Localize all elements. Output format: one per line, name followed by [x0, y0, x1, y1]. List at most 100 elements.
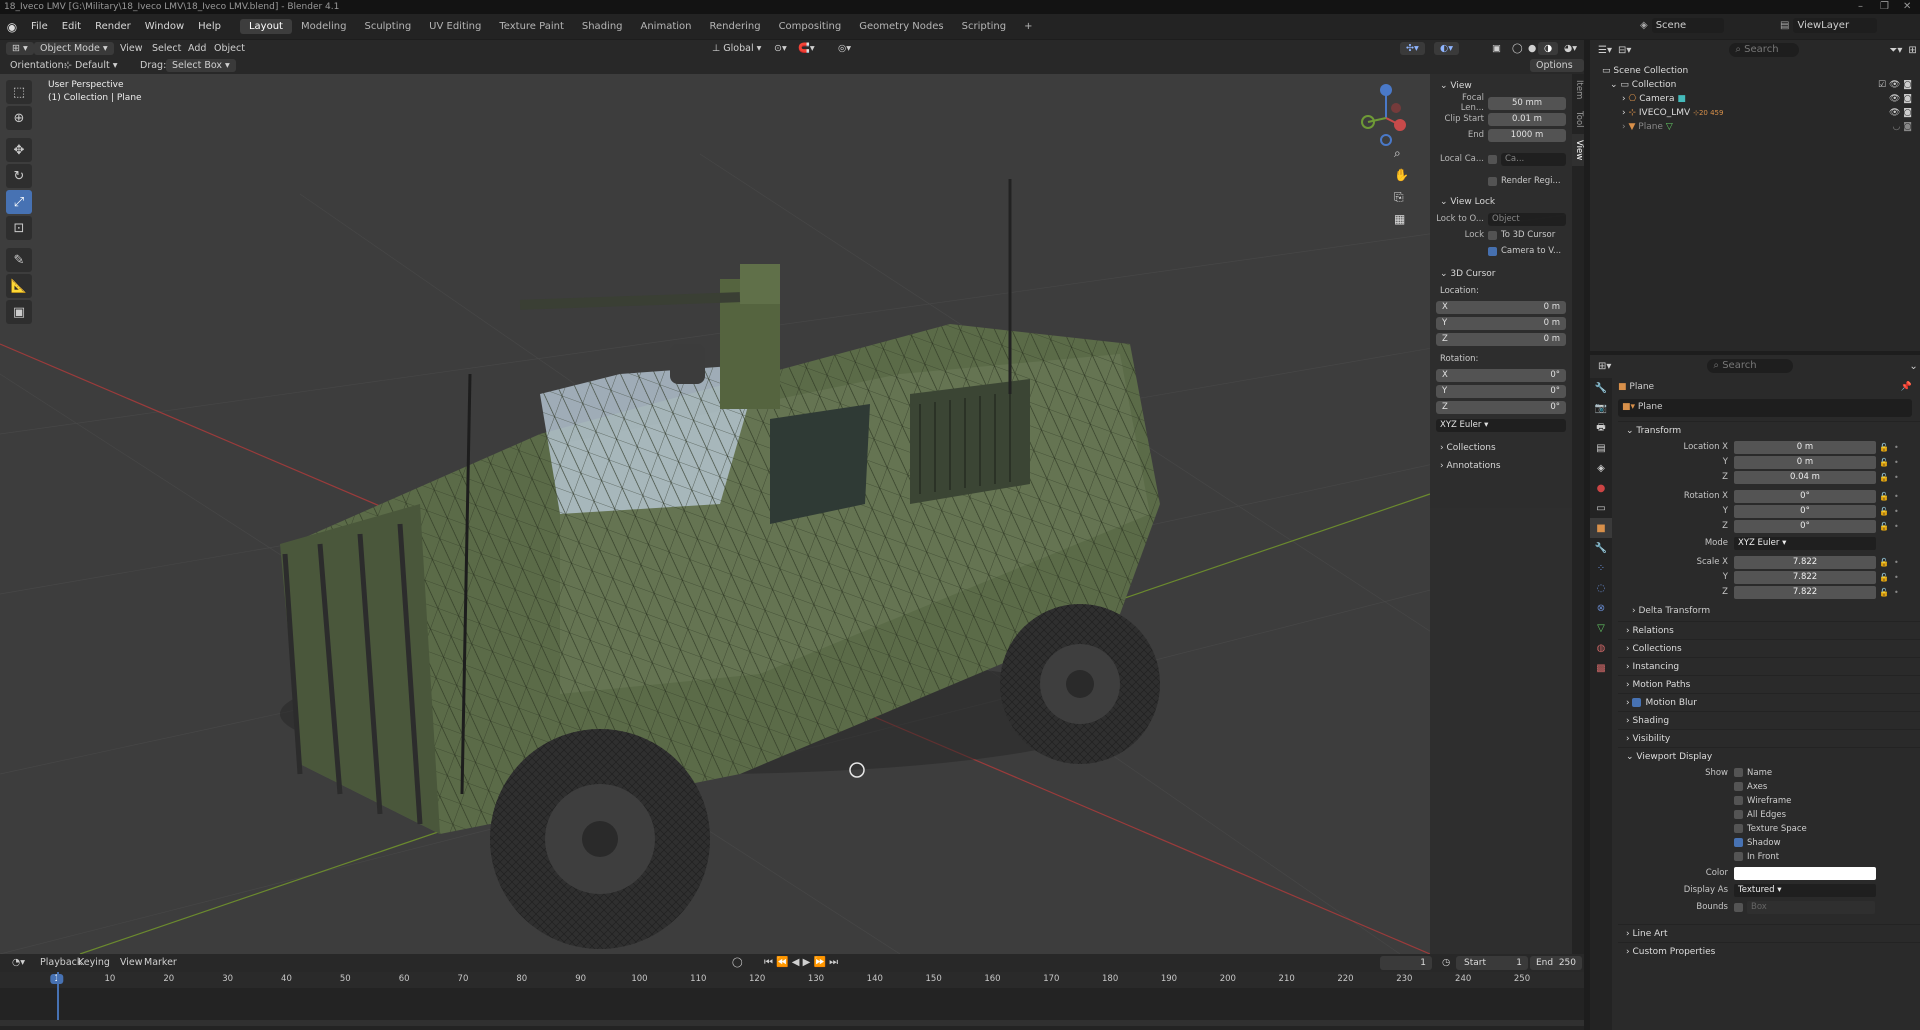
filter-icon[interactable]: ⏷▾: [1889, 45, 1902, 56]
add-workspace-button[interactable]: +: [1015, 19, 1041, 34]
lock-icon[interactable]: 🔓: [1879, 507, 1891, 516]
rendered-shading-icon[interactable]: ◕▾: [1558, 42, 1583, 55]
modifier-tab-icon[interactable]: 🔧: [1590, 538, 1612, 558]
start-frame-field[interactable]: Start 1: [1456, 956, 1528, 970]
timeline-ruler[interactable]: 1102030405060708090100110120130140150160…: [0, 972, 1584, 988]
close-icon[interactable]: ✕: [1903, 0, 1911, 14]
workspace-tab-shading[interactable]: Shading: [573, 19, 632, 34]
line-art-section-header[interactable]: › Line Art: [1618, 924, 1920, 942]
rotation-field[interactable]: 0°: [1734, 489, 1876, 503]
scale-field[interactable]: 7.822: [1734, 570, 1876, 584]
transform-section-header[interactable]: ⌄ Transform: [1618, 421, 1920, 439]
location-field[interactable]: 0 m: [1734, 455, 1876, 469]
rotation-field[interactable]: 0°: [1734, 504, 1876, 518]
show-axes-checkbox[interactable]: [1734, 782, 1743, 791]
annotations-section-header[interactable]: › Annotations: [1430, 458, 1572, 474]
zoom-icon[interactable]: ⌕: [1394, 146, 1412, 168]
display-mode-icon[interactable]: ⊟▾: [1618, 45, 1631, 56]
workspace-tab-rendering[interactable]: Rendering: [700, 19, 769, 34]
move-tool-icon[interactable]: ✥: [6, 138, 32, 162]
tab-tool[interactable]: Tool: [1572, 105, 1584, 134]
show-in-front-checkbox[interactable]: [1734, 852, 1743, 861]
constraints-tab-icon[interactable]: ⊗: [1590, 598, 1612, 618]
pin-icon[interactable]: 📌: [1901, 377, 1912, 397]
lock-icon[interactable]: 🔓: [1879, 588, 1891, 597]
section-collections[interactable]: › Collections: [1618, 639, 1920, 657]
select-box-tool-icon[interactable]: ⬚: [6, 80, 32, 104]
lock-icon[interactable]: 🔓: [1879, 443, 1891, 452]
end-frame-field[interactable]: End 250: [1530, 956, 1582, 970]
snap-icon[interactable]: 🧲▾: [792, 42, 821, 55]
menu-edit[interactable]: Edit: [55, 21, 88, 32]
lock-icon[interactable]: 🔓: [1879, 558, 1891, 567]
timeline-scrollbar[interactable]: [0, 1020, 1584, 1026]
timeline-editor-icon[interactable]: ◔▾: [6, 956, 31, 969]
lock-icon[interactable]: 🔓: [1879, 492, 1891, 501]
keyframe-dot-icon[interactable]: •: [1894, 588, 1906, 597]
delta-transform-header[interactable]: › Delta Transform: [1618, 605, 1920, 617]
gizmo-toggle-icon[interactable]: ✣▾: [1400, 42, 1425, 55]
measure-tool-icon[interactable]: 📐: [6, 274, 32, 298]
outliner-row-camera[interactable]: › ⎔ Camera ■ 👁 ◙: [1590, 92, 1920, 106]
blender-logo-icon[interactable]: ◉: [0, 20, 24, 34]
navigation-gizmo[interactable]: [1356, 80, 1416, 150]
local-camera-field[interactable]: Ca...: [1501, 152, 1566, 166]
section-motion-blur[interactable]: › Motion Blur: [1618, 693, 1920, 711]
cursor-location-x-field[interactable]: X 0 m: [1436, 300, 1566, 314]
object-name-field[interactable]: ■▾ Plane: [1618, 399, 1912, 417]
pivot-icon[interactable]: ⊙▾: [768, 42, 793, 55]
rotate-tool-icon[interactable]: ↻: [6, 164, 32, 188]
cursor-location-y-field[interactable]: Y 0 m: [1436, 316, 1566, 330]
bounds-dropdown[interactable]: Box: [1747, 900, 1875, 914]
add-cube-tool-icon[interactable]: ▣: [6, 300, 32, 324]
keyframe-dot-icon[interactable]: •: [1894, 522, 1906, 531]
options-dropdown[interactable]: Options ▾: [1530, 59, 1584, 84]
collection-tab-icon[interactable]: ▭: [1590, 498, 1612, 518]
cursor-location-z-field[interactable]: Z 0 m: [1436, 332, 1566, 346]
timeline-menu-marker[interactable]: Marker: [138, 956, 183, 969]
perspective-toggle-icon[interactable]: ▦: [1394, 212, 1412, 234]
scene-selector[interactable]: ◈ Scene: [1640, 18, 1724, 33]
section-visibility[interactable]: › Visibility: [1618, 729, 1920, 747]
keyframe-dot-icon[interactable]: •: [1894, 507, 1906, 516]
motion-blur-checkbox[interactable]: [1632, 698, 1642, 707]
tool-tab-icon[interactable]: 🔧: [1590, 378, 1612, 398]
lock-icon[interactable]: 🔓: [1879, 573, 1891, 582]
outliner-row-scene-collection[interactable]: ▭ Scene Collection: [1590, 64, 1920, 78]
workspace-tab-modeling[interactable]: Modeling: [292, 19, 356, 34]
workspace-tab-scripting[interactable]: Scripting: [953, 19, 1015, 34]
cursor-rotation-x-field[interactable]: X 0°: [1436, 368, 1566, 382]
plane-visibility-icons[interactable]: ◡ ◙: [1893, 120, 1912, 134]
view-menu[interactable]: View: [114, 42, 149, 55]
current-frame-field[interactable]: 1: [1380, 956, 1432, 970]
mode-dropdown[interactable]: Object Mode ▾: [34, 42, 114, 55]
clip-end-field[interactable]: 1000 m: [1488, 128, 1566, 142]
viewlayer-selector[interactable]: ▤ ViewLayer: [1780, 18, 1878, 33]
autokey-icon[interactable]: ◯: [726, 956, 749, 969]
3d-cursor-section-header[interactable]: ⌄ 3D Cursor: [1430, 266, 1572, 282]
show-wireframe-checkbox[interactable]: [1734, 796, 1743, 805]
drag-dropdown[interactable]: Select Box ▾: [166, 59, 236, 72]
section-shading[interactable]: › Shading: [1618, 711, 1920, 729]
texture-tab-icon[interactable]: ▩: [1590, 658, 1612, 678]
workspace-tab-layout[interactable]: Layout: [239, 19, 292, 34]
show-shadow-checkbox[interactable]: [1734, 838, 1743, 847]
view-lock-section-header[interactable]: ⌄ View Lock: [1430, 194, 1572, 210]
menu-window[interactable]: Window: [138, 21, 191, 32]
section-motion-paths[interactable]: › Motion Paths: [1618, 675, 1920, 693]
collection-visibility-icons[interactable]: ☑ 👁 ◙: [1878, 78, 1912, 92]
tab-view[interactable]: View: [1572, 133, 1584, 167]
workspace-tab-sculpting[interactable]: Sculpting: [355, 19, 420, 34]
clip-start-field[interactable]: 0.01 m: [1488, 112, 1566, 126]
view-layer-tab-icon[interactable]: ▤: [1590, 438, 1612, 458]
render-tab-icon[interactable]: 📷: [1590, 398, 1612, 418]
material-shading-icon[interactable]: ◑: [1538, 42, 1559, 55]
scene-tab-icon[interactable]: ◈: [1590, 458, 1612, 478]
location-field[interactable]: 0 m: [1734, 440, 1876, 454]
keyframe-dot-icon[interactable]: •: [1894, 443, 1906, 452]
section-relations[interactable]: › Relations: [1618, 621, 1920, 639]
scene-field[interactable]: Scene: [1651, 18, 1724, 33]
object-menu[interactable]: Object: [208, 42, 251, 55]
section-instancing[interactable]: › Instancing: [1618, 657, 1920, 675]
properties-options-icon[interactable]: ⌄: [1909, 361, 1917, 372]
